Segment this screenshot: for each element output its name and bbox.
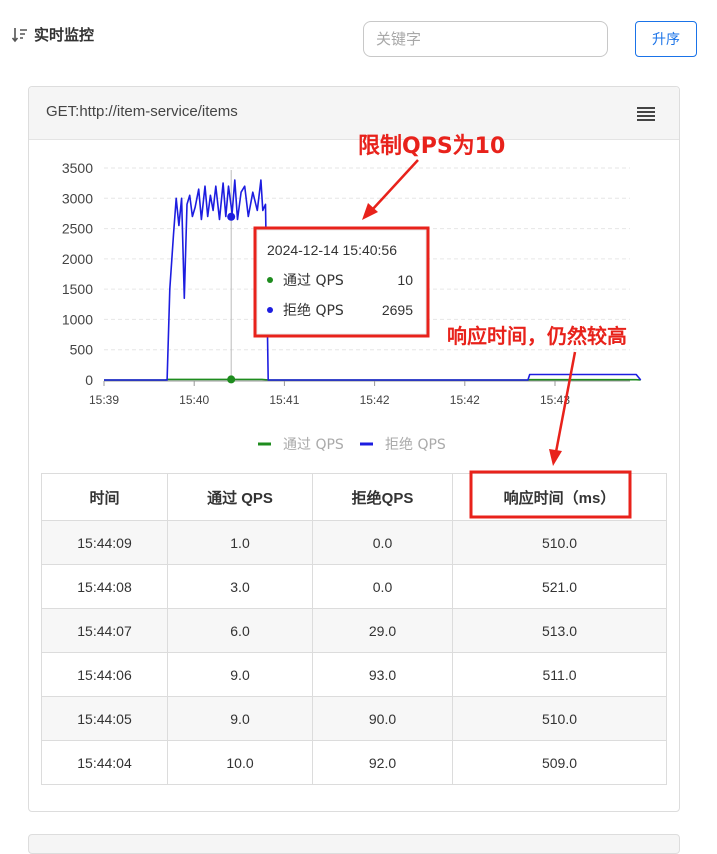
y-tick-label: 2500 — [62, 221, 93, 237]
x-tick-label: 15:39 — [89, 393, 119, 407]
legend-label: 通过 QPS — [283, 437, 344, 453]
tooltip-label: 拒绝 QPS — [283, 303, 344, 319]
table-cell: 10.0 — [167, 740, 313, 785]
table-cell: 92.0 — [312, 740, 453, 785]
table-cell: 0.0 — [312, 564, 453, 609]
table-cell: 513.0 — [452, 608, 667, 653]
table-cell: 9.0 — [167, 652, 313, 697]
table-cell: 15:44:09 — [41, 520, 168, 565]
table-cell: 509.0 — [452, 740, 667, 785]
response-time-annotation: 响应时间，仍然较高 — [447, 324, 627, 348]
column-header-time: 时间 — [41, 473, 168, 521]
y-tick-label: 1000 — [62, 311, 93, 327]
y-tick-label: 1500 — [62, 281, 93, 297]
qps-limit-annotation: 限制QPS为10 — [358, 134, 506, 159]
table-cell: 90.0 — [312, 696, 453, 741]
table-cell: 15:44:08 — [41, 564, 168, 609]
y-tick-label: 3500 — [62, 160, 93, 176]
table-row: 15:44:08 3.0 0.0 521.0 — [41, 564, 667, 609]
column-header-response-time: 响应时间（ms） — [452, 473, 667, 521]
table-cell: 510.0 — [452, 696, 667, 741]
table-cell: 3.0 — [167, 564, 313, 609]
table-cell: 15:44:07 — [41, 608, 168, 653]
table-cell: 15:44:05 — [41, 696, 168, 741]
table-row: 15:44:07 6.0 29.0 513.0 — [41, 608, 667, 653]
y-tick-label: 2000 — [62, 251, 93, 267]
table-header-row: 时间 通过 QPS 拒绝QPS 响应时间（ms） — [41, 473, 667, 521]
x-tick-label: 15:40 — [179, 393, 209, 407]
next-panel — [28, 834, 680, 854]
tooltip-label: 通过 QPS — [283, 273, 344, 289]
table-cell: 15:44:04 — [41, 740, 168, 785]
column-header-pass-qps: 通过 QPS — [167, 473, 313, 521]
tooltip-marker — [267, 307, 273, 313]
y-tick-label: 500 — [70, 342, 94, 358]
table-row: 15:44:05 9.0 90.0 510.0 — [41, 696, 667, 741]
table-cell: 93.0 — [312, 652, 453, 697]
table-row: 15:44:06 9.0 93.0 511.0 — [41, 652, 667, 697]
x-tick-label: 15:42 — [450, 393, 480, 407]
x-tick-label: 15:43 — [540, 393, 570, 407]
y-tick-label: 3000 — [62, 190, 93, 206]
table-cell: 510.0 — [452, 520, 667, 565]
reject-qps-point — [227, 212, 236, 221]
table-cell: 15:44:06 — [41, 652, 168, 697]
tooltip-value: 2695 — [382, 302, 413, 318]
table-cell: 29.0 — [312, 608, 453, 653]
table-row: 15:44:09 1.0 0.0 510.0 — [41, 520, 667, 565]
column-header-reject-qps: 拒绝QPS — [312, 473, 453, 521]
x-tick-label: 15:41 — [269, 393, 299, 407]
table-cell: 521.0 — [452, 564, 667, 609]
metrics-table: 时间 通过 QPS 拒绝QPS 响应时间（ms） 15:44:09 1.0 0.0 5… — [41, 473, 667, 785]
tooltip-time: 2024-12-14 15:40:56 — [267, 242, 397, 258]
table-cell: 1.0 — [167, 520, 313, 565]
table-cell: 511.0 — [452, 652, 667, 697]
table-cell: 9.0 — [167, 696, 313, 741]
table-cell: 6.0 — [167, 608, 313, 653]
table-cell: 0.0 — [312, 520, 453, 565]
table-row: 15:44:04 10.0 92.0 509.0 — [41, 740, 667, 785]
legend-label: 拒绝 QPS — [385, 437, 446, 453]
pass-qps-point — [227, 375, 236, 384]
qps-line-chart: 0 500 1000 1500 2000 2500 3000 3500 15:39 15:40 15… — [62, 160, 642, 453]
tooltip-marker — [267, 277, 273, 283]
x-tick-label: 15:42 — [360, 393, 390, 407]
tooltip-value: 10 — [397, 272, 413, 288]
y-tick-label: 0 — [85, 372, 93, 388]
